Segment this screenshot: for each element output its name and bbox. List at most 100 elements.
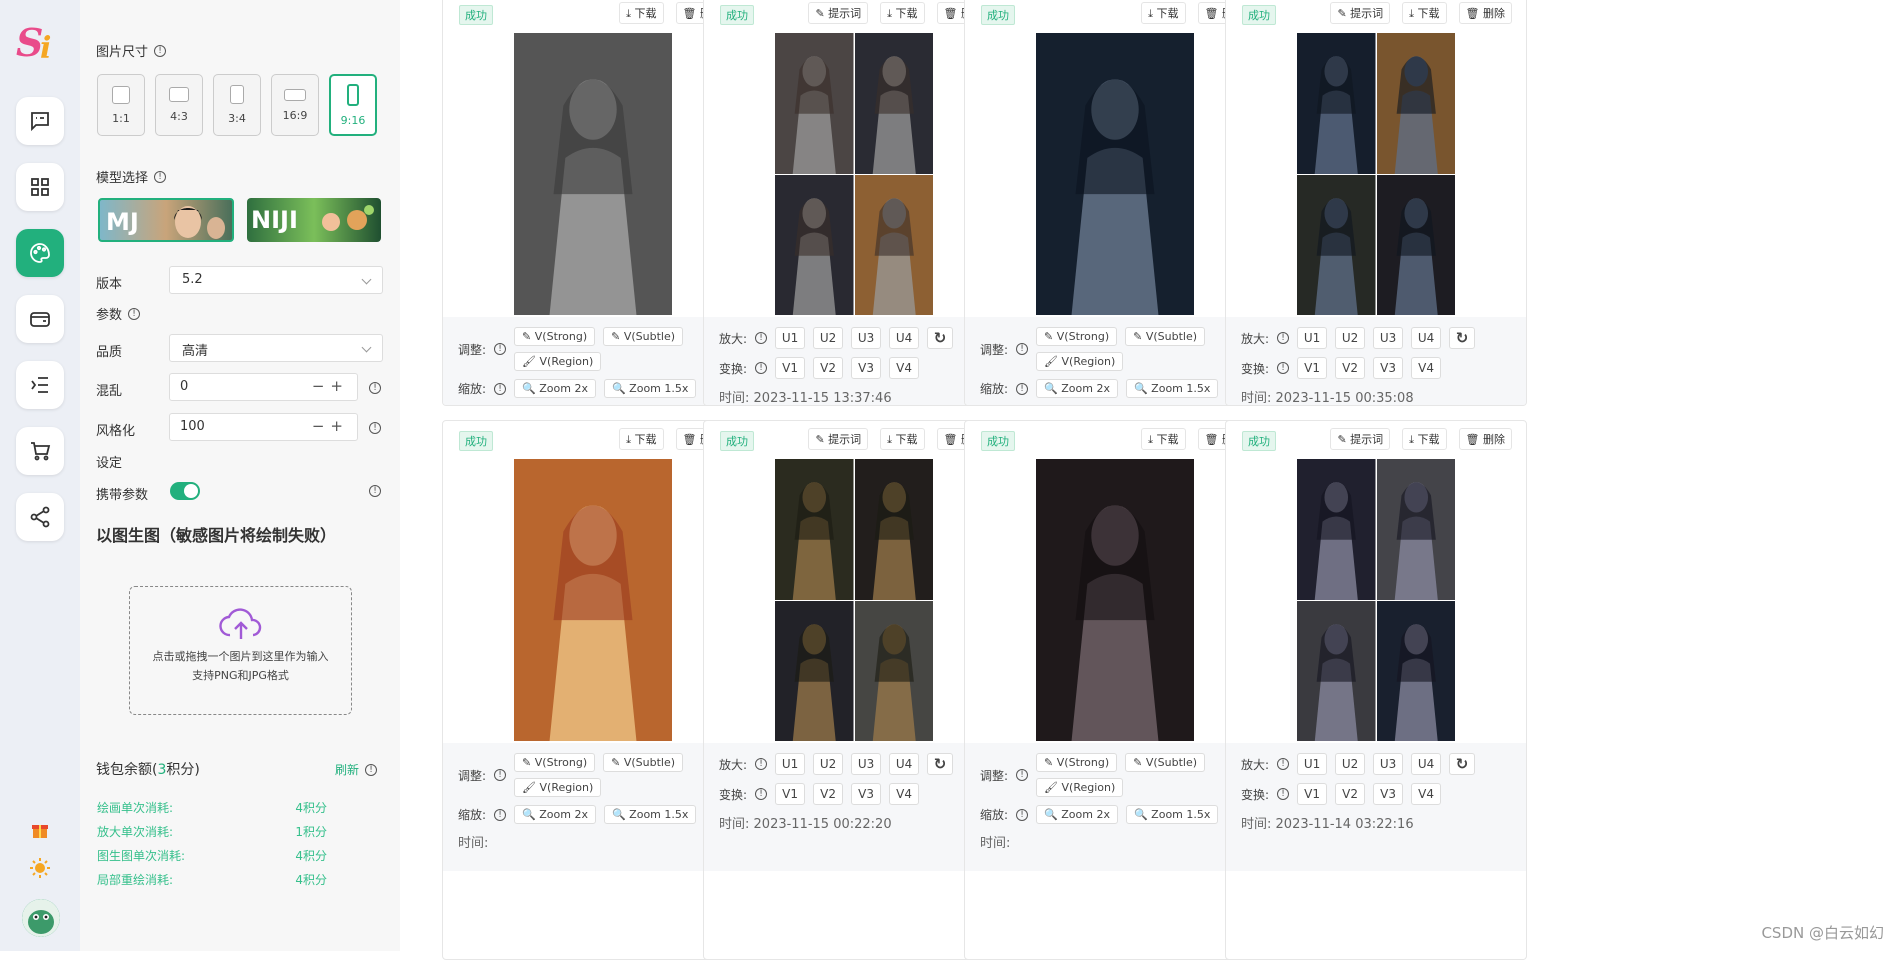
upscale-u1-button[interactable]: U1 [775,753,805,775]
reroll-icon[interactable]: ↻ [927,327,953,349]
v-subtle-button[interactable]: ✎ V(Subtle) [603,327,683,346]
info-icon[interactable]: ! [154,45,166,57]
generated-image[interactable] [1036,33,1194,315]
app-logo[interactable]: S i [14,18,64,66]
delete-button[interactable]: 🗑 删除 [1459,428,1512,450]
generated-image-grid[interactable] [775,459,933,741]
prompt-button[interactable]: ✎ 提示词 [808,2,868,24]
variation-v3-button[interactable]: V3 [1373,357,1403,379]
image-upload-dropzone[interactable]: 点击或拖拽一个图片到这里作为输入 支持PNG和JPG格式 [129,586,352,715]
upscale-u3-button[interactable]: U3 [851,327,881,349]
info-icon[interactable]: ! [154,171,166,183]
info-icon[interactable]: ! [755,788,767,800]
upscale-u3-button[interactable]: U3 [1373,327,1403,349]
upscale-u4-button[interactable]: U4 [889,327,919,349]
reroll-icon[interactable]: ↻ [1449,753,1475,775]
version-select[interactable]: 5.2 [169,266,383,294]
generated-image[interactable] [1036,459,1194,741]
info-icon[interactable]: ! [365,764,377,776]
chaos-stepper[interactable]: −+ [312,377,349,395]
variation-v3-button[interactable]: V3 [851,783,881,805]
carry-params-toggle[interactable] [170,482,200,500]
v-subtle-button[interactable]: ✎ V(Subtle) [1125,753,1205,772]
download-button[interactable]: ⤓ 下载 [1141,428,1185,450]
info-icon[interactable]: ! [1277,332,1289,344]
wallet-icon[interactable] [16,295,64,343]
prompt-button[interactable]: ✎ 提示词 [1330,428,1390,450]
download-button[interactable]: ⤓ 下载 [880,2,924,24]
ratio-9-16[interactable]: 9:16 [329,74,377,136]
v-subtle-button[interactable]: ✎ V(Subtle) [1125,327,1205,346]
variation-v1-button[interactable]: V1 [775,357,805,379]
reroll-icon[interactable]: ↻ [927,753,953,775]
stylize-input[interactable]: 100−+ [169,413,358,441]
ratio-16-9[interactable]: 16:9 [271,74,319,136]
upscale-u1-button[interactable]: U1 [1297,327,1327,349]
v-region-button[interactable]: 🖌 V(Region) [514,778,601,797]
upscale-u2-button[interactable]: U2 [813,327,843,349]
grid-icon[interactable] [16,163,64,211]
variation-v4-button[interactable]: V4 [889,357,919,379]
zoom-2x-button[interactable]: 🔍 Zoom 2x [1036,379,1118,398]
generated-image[interactable] [514,33,672,315]
variation-v4-button[interactable]: V4 [889,783,919,805]
variation-v4-button[interactable]: V4 [1411,783,1441,805]
variation-v2-button[interactable]: V2 [1335,357,1365,379]
gift-icon[interactable] [28,818,52,842]
zoom-1-5x-button[interactable]: 🔍 Zoom 1.5x [604,379,696,398]
info-icon[interactable]: ! [494,383,506,395]
chaos-input[interactable]: 0−+ [169,373,358,401]
model-mj[interactable]: MJ [98,198,234,242]
v-region-button[interactable]: 🖌 V(Region) [1036,352,1123,371]
info-icon[interactable]: ! [1016,809,1028,821]
info-icon[interactable]: ! [1016,343,1028,355]
v-strong-button[interactable]: ✎ V(Strong) [514,753,595,772]
zoom-1-5x-button[interactable]: 🔍 Zoom 1.5x [1126,379,1218,398]
upscale-u1-button[interactable]: U1 [775,327,805,349]
palette-icon[interactable] [16,229,64,277]
download-button[interactable]: ⤓ 下载 [880,428,924,450]
download-button[interactable]: ⤓ 下载 [1402,428,1446,450]
info-icon[interactable]: ! [369,422,381,434]
generated-image-grid[interactable] [1297,33,1455,315]
v-strong-button[interactable]: ✎ V(Strong) [1036,327,1117,346]
download-button[interactable]: ⤓ 下载 [1141,2,1185,24]
info-icon[interactable]: ! [1277,362,1289,374]
info-icon[interactable]: ! [128,308,140,320]
info-icon[interactable]: ! [494,343,506,355]
upscale-u2-button[interactable]: U2 [813,753,843,775]
variation-v2-button[interactable]: V2 [1335,783,1365,805]
user-avatar[interactable] [22,899,60,937]
variation-v1-button[interactable]: V1 [1297,783,1327,805]
download-button[interactable]: ⤓ 下载 [619,2,663,24]
upscale-u2-button[interactable]: U2 [1335,753,1365,775]
info-icon[interactable]: ! [369,485,381,497]
generated-image[interactable] [514,459,672,741]
info-icon[interactable]: ! [369,382,381,394]
variation-v3-button[interactable]: V3 [1373,783,1403,805]
upscale-u2-button[interactable]: U2 [1335,327,1365,349]
prompt-button[interactable]: ✎ 提示词 [808,428,868,450]
upscale-u3-button[interactable]: U3 [1373,753,1403,775]
info-icon[interactable]: ! [755,332,767,344]
zoom-2x-button[interactable]: 🔍 Zoom 2x [1036,805,1118,824]
upscale-u4-button[interactable]: U4 [889,753,919,775]
info-icon[interactable]: ! [494,769,506,781]
zoom-2x-button[interactable]: 🔍 Zoom 2x [514,379,596,398]
info-icon[interactable]: ! [755,362,767,374]
variation-v2-button[interactable]: V2 [813,783,843,805]
upscale-u3-button[interactable]: U3 [851,753,881,775]
ratio-4-3[interactable]: 4:3 [155,74,203,136]
chat-icon[interactable] [16,97,64,145]
quality-select[interactable]: 高清 [169,334,383,362]
v-strong-button[interactable]: ✎ V(Strong) [514,327,595,346]
upscale-u1-button[interactable]: U1 [1297,753,1327,775]
info-icon[interactable]: ! [1277,758,1289,770]
variation-v1-button[interactable]: V1 [775,783,805,805]
stylize-stepper[interactable]: −+ [312,417,349,435]
variation-v1-button[interactable]: V1 [1297,357,1327,379]
generated-image-grid[interactable] [1297,459,1455,741]
generated-image-grid[interactable] [775,33,933,315]
reroll-icon[interactable]: ↻ [1449,327,1475,349]
v-region-button[interactable]: 🖌 V(Region) [1036,778,1123,797]
